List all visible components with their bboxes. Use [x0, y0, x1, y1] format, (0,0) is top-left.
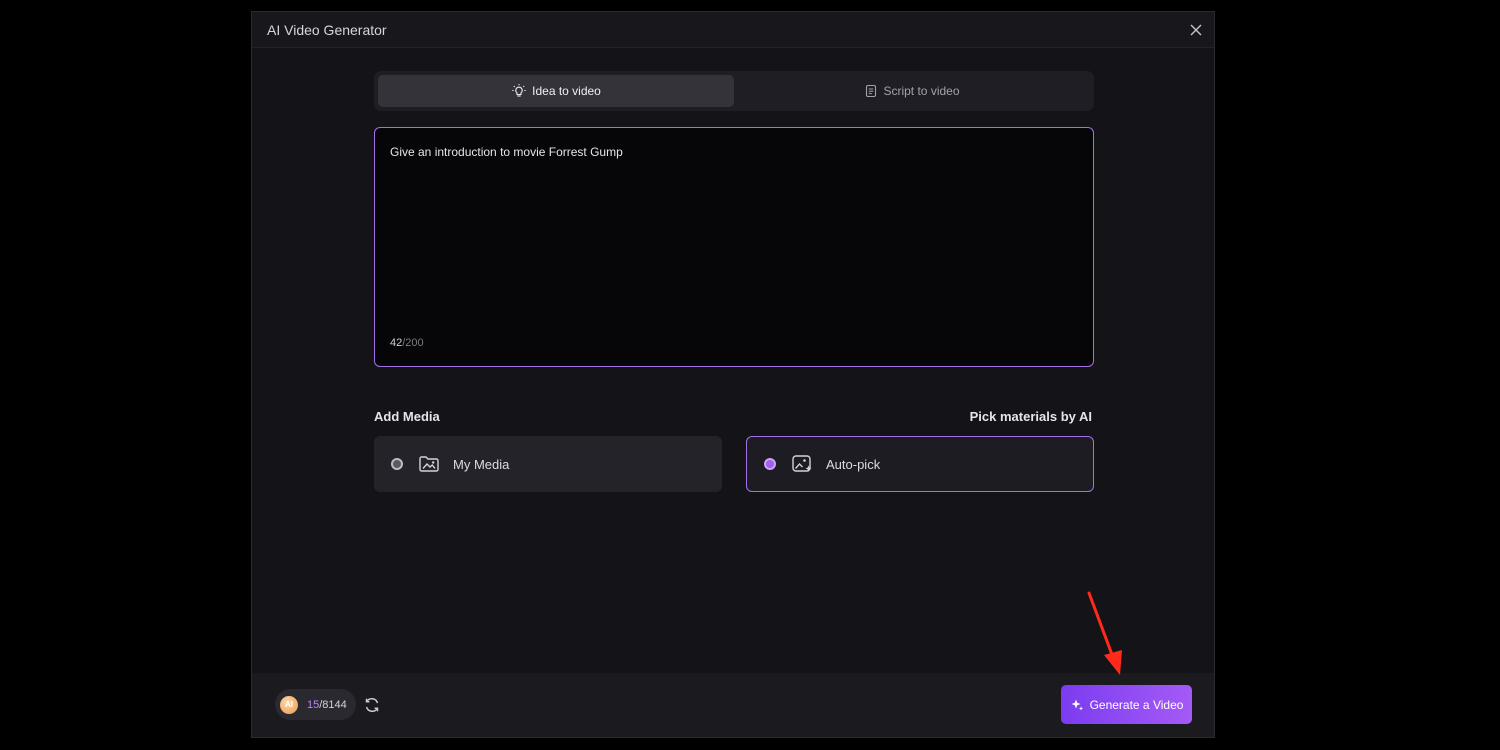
refresh-button[interactable]	[362, 695, 382, 715]
tab-label: Script to video	[883, 84, 960, 98]
ai-video-generator-dialog: AI Video Generator Idea to video Script …	[251, 11, 1215, 738]
ai-coin-icon: AI	[280, 695, 298, 714]
tab-idea-to-video[interactable]: Idea to video	[378, 75, 734, 107]
credits-text: 15/8144	[307, 699, 347, 711]
my-media-label: My Media	[453, 456, 510, 472]
sparkle-icon	[1071, 699, 1083, 710]
ai-image-icon	[792, 455, 812, 472]
generate-video-button[interactable]: Generate a Video	[1061, 685, 1192, 724]
prompt-textarea[interactable]: Give an introduction to movie Forrest Gu…	[374, 127, 1094, 367]
my-media-radio[interactable]	[391, 458, 403, 470]
tab-label: Idea to video	[532, 84, 601, 98]
titlebar: AI Video Generator	[252, 12, 1214, 48]
character-counter: 42/200	[390, 337, 424, 349]
credits-used: 15	[307, 698, 320, 711]
footer-bar: AI 15/8144 Generate a Video	[252, 673, 1214, 737]
credits-total: /8144	[319, 698, 347, 711]
add-media-label: Add Media	[374, 409, 440, 424]
auto-pick-radio[interactable]	[764, 458, 776, 470]
generate-video-label: Generate a Video	[1089, 697, 1184, 712]
mode-tabs: Idea to video Script to video	[374, 71, 1094, 111]
auto-pick-label: Auto-pick	[826, 456, 881, 472]
my-media-option[interactable]: My Media	[374, 436, 722, 492]
annotation-arrow-icon	[1087, 591, 1122, 675]
character-count: 42	[390, 337, 403, 349]
close-icon	[1190, 24, 1202, 36]
lightbulb-icon	[512, 84, 526, 97]
close-button[interactable]	[1187, 21, 1205, 39]
document-icon	[866, 84, 877, 98]
character-limit: /200	[402, 337, 424, 349]
refresh-icon	[365, 697, 379, 713]
auto-pick-option[interactable]: Auto-pick	[746, 436, 1094, 492]
dialog-title: AI Video Generator	[267, 22, 387, 38]
pick-materials-label: Pick materials by AI	[969, 409, 1092, 424]
prompt-text: Give an introduction to movie Forrest Gu…	[390, 145, 623, 159]
folder-image-icon	[419, 456, 439, 472]
ai-credits-pill: AI 15/8144	[275, 689, 356, 720]
tab-script-to-video[interactable]: Script to video	[734, 75, 1090, 107]
